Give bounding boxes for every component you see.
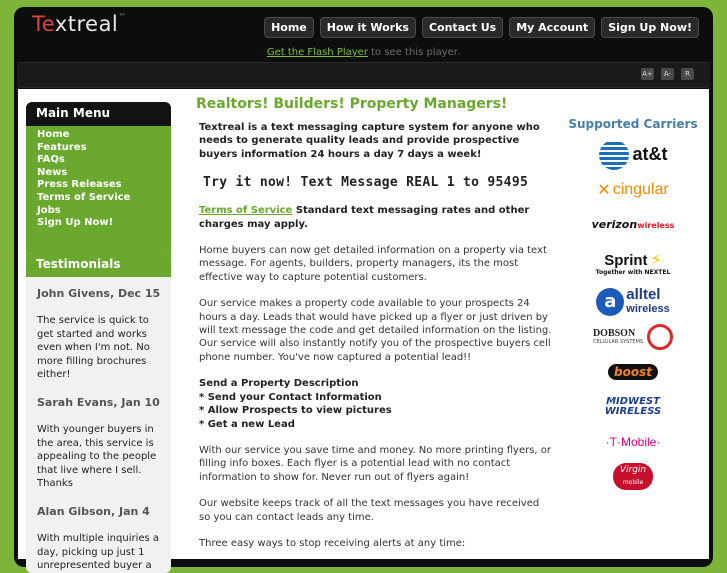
paragraph-tracking: Our website keeps track of all the text … — [199, 498, 540, 523]
nav-my-account-button[interactable]: My Account — [509, 17, 596, 38]
verizon-name: verizon — [591, 218, 638, 231]
virgin-name: Virgin — [619, 465, 647, 475]
step-item: * Get a new Lead — [199, 418, 295, 430]
font-size-controls: A+ A- R — [641, 68, 694, 80]
verizon-wordmark: verizonwireless — [592, 218, 675, 231]
intro-text: Textreal is a text messaging capture sys… — [199, 122, 540, 160]
logo-part-white: xtreal — [54, 12, 119, 36]
dobson-mark-icon — [647, 323, 674, 350]
terms-note: Terms of Service Standard text messaging… — [199, 204, 553, 231]
font-reset-button[interactable]: R — [681, 68, 694, 80]
paragraph-service: Our service makes a property code availa… — [199, 298, 552, 363]
terms-of-service-link[interactable]: Terms of Service — [199, 205, 292, 216]
alltel-name: alltel — [626, 285, 661, 303]
main-content: Realtors! Builders! Property Managers! T… — [196, 89, 553, 563]
sprint-sub: Together with NEXTEL — [595, 269, 671, 276]
carriers-title: Supported Carriers — [568, 117, 698, 131]
virgin-wordmark: Virgin mobile — [613, 463, 653, 490]
menu-item-features[interactable]: Features — [37, 142, 171, 155]
carrier-att-logo: at&t — [558, 139, 708, 170]
content-area: Main Menu Home Features FAQs News Press … — [18, 89, 709, 573]
carrier-boost-logo: boost — [558, 356, 708, 387]
step-item: Send a Property Description — [199, 378, 359, 390]
carrier-tmobile-logo: ·T·Mobile· — [558, 426, 708, 457]
menu-item-home[interactable]: Home — [37, 129, 171, 142]
try-it-callout: Try it now! Text Message REAL 1 to 95495 — [203, 175, 529, 191]
sprint-name: Sprint — [604, 252, 648, 269]
carrier-virgin-logo: Virgin mobile — [558, 461, 708, 492]
nav-how-it-works-button[interactable]: How it Works — [319, 17, 416, 38]
nav-home-button[interactable]: Home — [264, 17, 314, 38]
boost-wordmark: boost — [608, 363, 658, 380]
alltel-sub: wireless — [626, 302, 670, 315]
step-item: * Allow Prospects to view pictures — [199, 405, 392, 417]
testimonial-text: With multiple inquiries a day, picking u… — [37, 532, 160, 572]
cingular-x-icon: ✕ — [597, 180, 611, 199]
main-menu: Main Menu Home Features FAQs News Press … — [26, 102, 171, 264]
nav-contact-us-button[interactable]: Contact Us — [421, 17, 504, 38]
font-increase-button[interactable]: A+ — [641, 68, 654, 80]
paragraph-home-buyers: Home buyers can now get detailed informa… — [199, 245, 547, 283]
main-menu-list: Home Features FAQs News Press Releases T… — [26, 126, 171, 230]
logo-trademark: ™ — [118, 12, 127, 21]
midwest-wordmark: MIDWEST WIRELESS — [604, 395, 662, 417]
menu-item-sign-up[interactable]: Sign Up Now! — [37, 217, 171, 230]
carrier-cingular-logo: ✕ cingular — [558, 174, 708, 205]
alltel-a-icon: a — [596, 287, 625, 316]
paragraph-savings: With our service you save time and money… — [199, 444, 552, 483]
carrier-midwest-logo: MIDWEST WIRELESS — [558, 391, 708, 422]
att-globe-icon — [598, 139, 629, 170]
flash-notice-text: to see this player. — [367, 47, 461, 58]
player-bar: A+ A- R — [17, 62, 710, 88]
logo-part-red: Te — [32, 12, 55, 36]
flash-notice: Get the Flash Player to see this player. — [14, 46, 713, 60]
testimonial-name: Sarah Evans, Jan 10 — [37, 395, 160, 409]
carrier-alltel-logo: a alltel wireless — [558, 286, 708, 317]
carrier-verizon-logo: verizonwireless — [558, 209, 708, 240]
midwest-line1: MIDWEST — [606, 395, 660, 407]
midwest-line2: WIRELESS — [604, 405, 662, 417]
carrier-sprint-logo: Sprint ⚡ Together with NEXTEL — [558, 244, 708, 282]
get-flash-link[interactable]: Get the Flash Player — [267, 47, 368, 58]
cingular-wordmark: cingular — [612, 180, 669, 198]
menu-item-news[interactable]: News — [37, 167, 171, 180]
sprint-wordmark: Sprint ⚡ Together with NEXTEL — [596, 250, 671, 276]
testimonial-name: Alan Gibson, Jan 4 — [37, 504, 150, 518]
alltel-wordmark: alltel wireless — [626, 285, 670, 316]
dobson-wordmark: DOBSON CELLULAR SYSTEMS — [593, 328, 643, 345]
testimonial-name: John Givens, Dec 15 — [37, 287, 161, 300]
main-menu-title: Main Menu — [26, 102, 171, 126]
testimonials-title: Testimonials — [26, 253, 171, 277]
dobson-sub: CELLULAR SYSTEMS — [592, 339, 644, 345]
font-decrease-button[interactable]: A- — [661, 68, 674, 80]
steps-list: Send a Property Description * Send your … — [199, 377, 553, 431]
page-heading: Realtors! Builders! Property Managers! — [196, 96, 508, 112]
testimonial-text: With younger buyers in the area, this se… — [37, 423, 157, 490]
supported-carriers: Supported Carriers at&t ✕ cingular veriz… — [558, 89, 708, 496]
menu-item-faqs[interactable]: FAQs — [37, 154, 171, 167]
step-item: * Send your Contact Information — [199, 391, 382, 403]
sprint-bolt-icon: ⚡ — [650, 250, 662, 269]
menu-item-press-releases[interactable]: Press Releases — [37, 179, 171, 192]
dobson-name: DOBSON — [592, 328, 636, 339]
menu-item-terms[interactable]: Terms of Service — [37, 192, 171, 205]
menu-item-jobs[interactable]: Jobs — [37, 205, 171, 218]
virgin-sub: mobile — [622, 479, 644, 486]
testimonials-body: John Givens, Dec 15 The service is quick… — [26, 277, 171, 573]
top-nav: Home How it Works Contact Us My Account … — [264, 17, 699, 38]
carrier-dobson-logo: DOBSON CELLULAR SYSTEMS — [558, 321, 708, 352]
testimonial-text: The service is quick to get started and … — [37, 315, 150, 381]
nav-sign-up-button[interactable]: Sign Up Now! — [601, 17, 699, 38]
site-logo[interactable]: Textreal™ — [32, 12, 127, 36]
paragraph-stop-alerts: Three easy ways to stop receiving alerts… — [199, 537, 466, 549]
verizon-sub: wireless — [637, 221, 675, 230]
tmobile-wordmark: ·T·Mobile· — [605, 434, 661, 449]
att-wordmark: at&t — [632, 144, 668, 164]
testimonials-box: Testimonials John Givens, Dec 15 The ser… — [26, 253, 171, 573]
